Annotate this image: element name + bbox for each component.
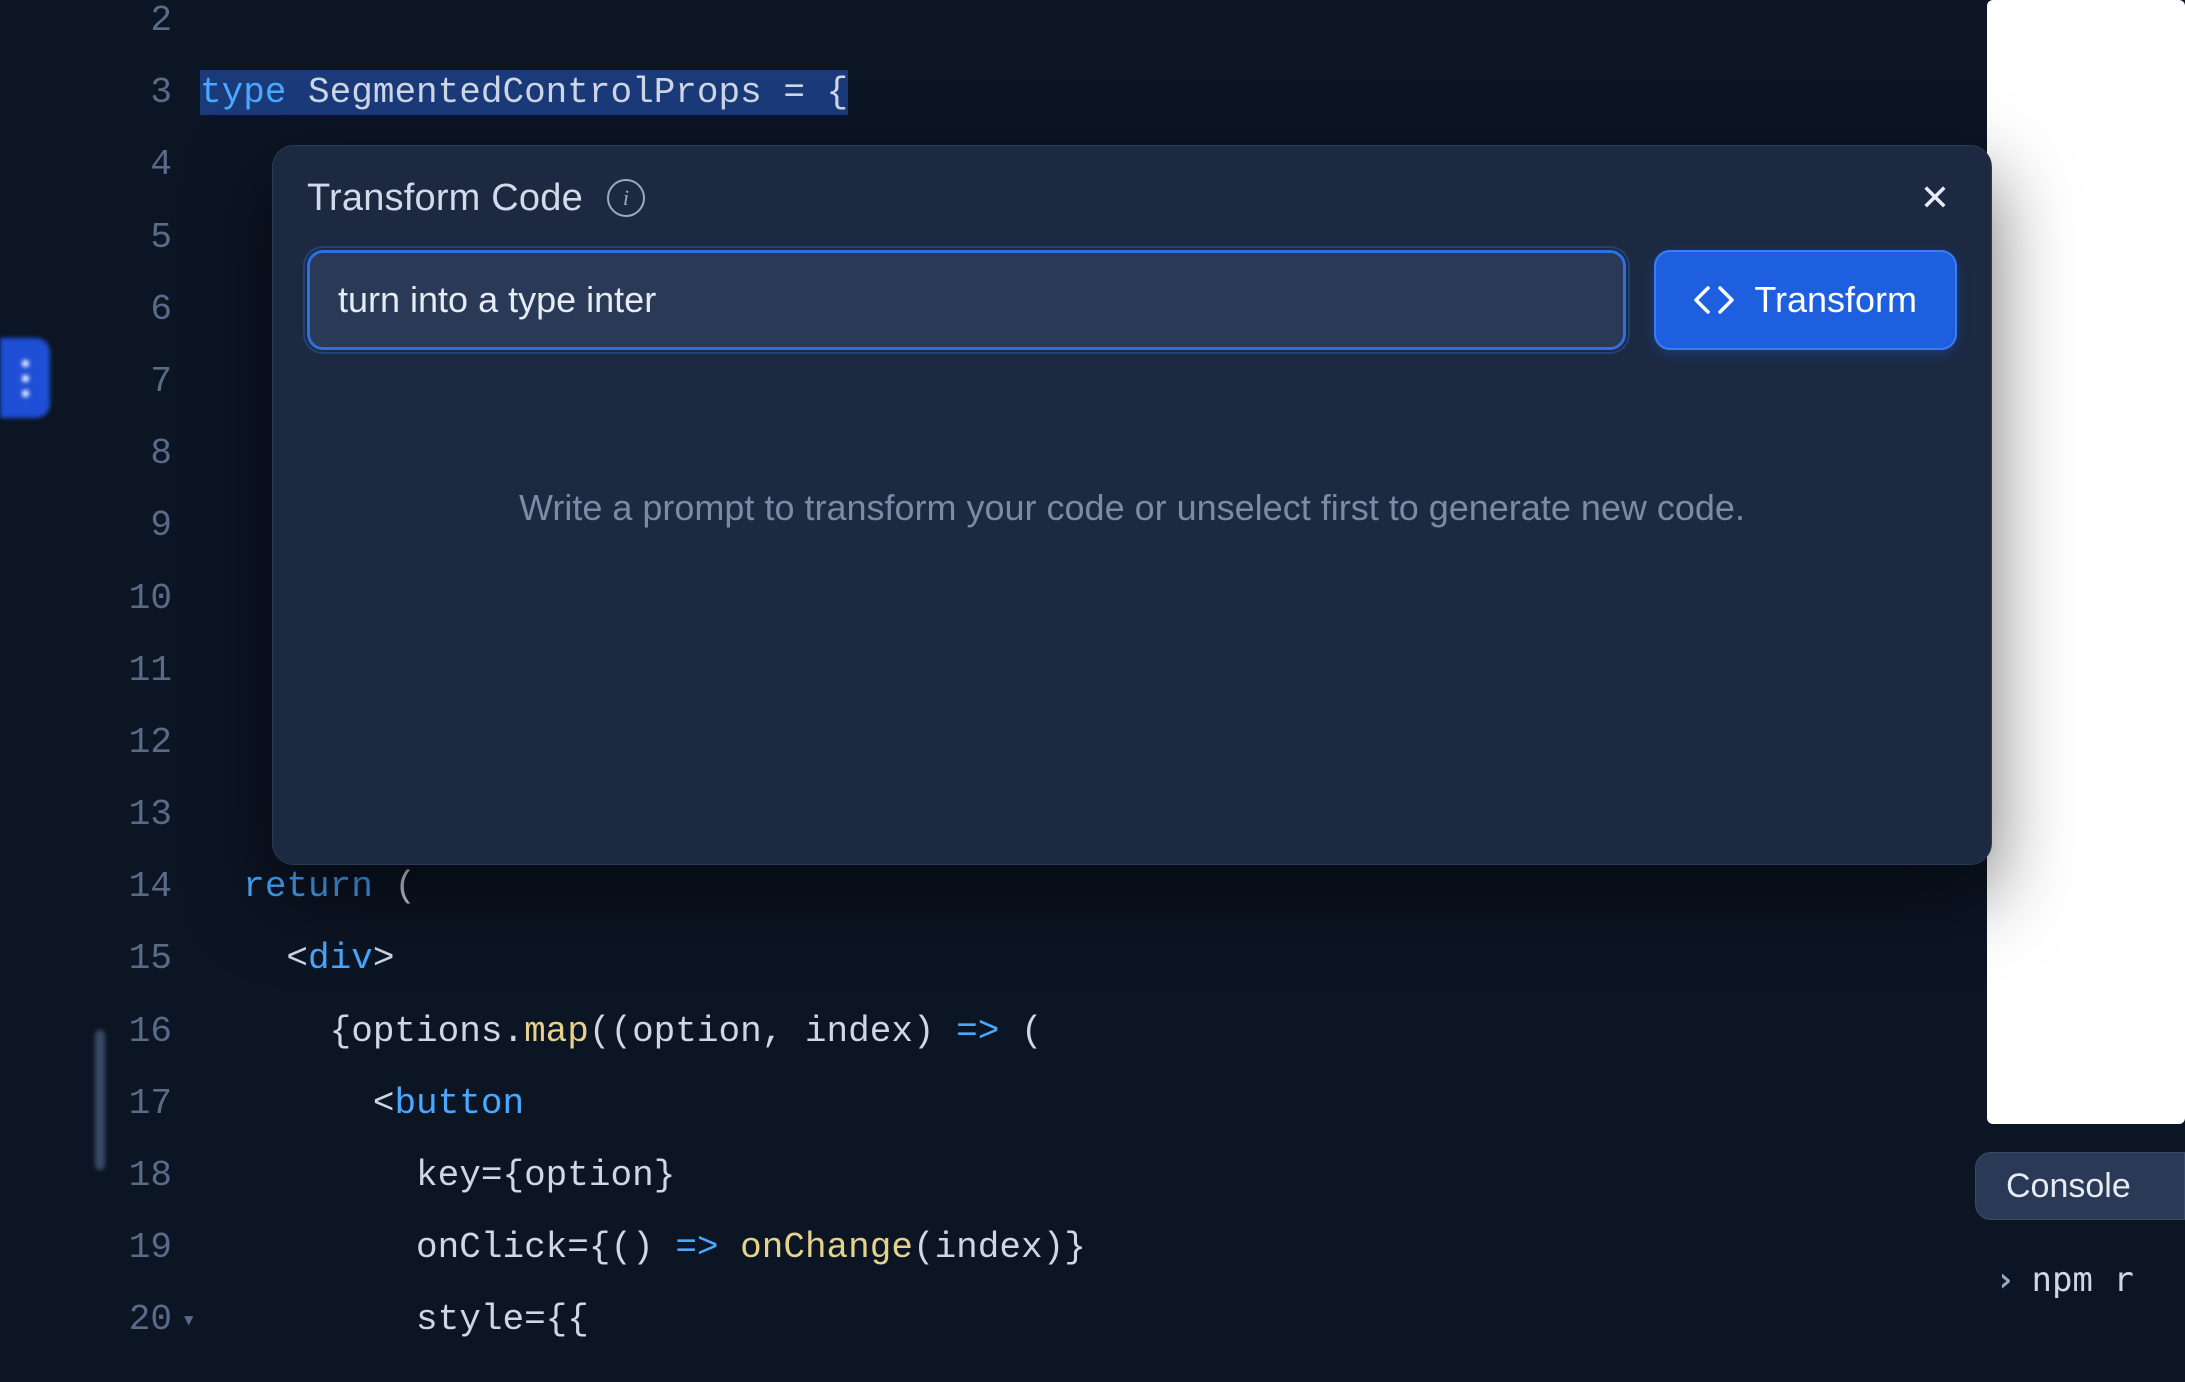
line-number: 2	[105, 0, 200, 41]
code-line[interactable]: 15 <div>	[105, 938, 1930, 1010]
ellipsis-vertical-icon	[22, 360, 29, 397]
code-content[interactable]: <button	[200, 1083, 1930, 1124]
code-line[interactable]: 20▾ style={{	[105, 1299, 1930, 1371]
line-number: 14	[105, 866, 200, 907]
close-icon[interactable]: ✕	[1913, 176, 1957, 220]
line-number: 9	[105, 505, 200, 546]
console-tab-label: Console	[2006, 1167, 2131, 1206]
popup-input-row: Transform	[307, 250, 1957, 350]
code-content[interactable]: <div>	[200, 938, 1930, 979]
line-number: 19	[105, 1227, 200, 1268]
popup-header: Transform Code i ✕	[307, 176, 1957, 220]
line-number: 16	[105, 1011, 200, 1052]
code-content[interactable]: {options.map((option, index) => (	[200, 1011, 1930, 1052]
code-line[interactable]: 14 return (	[105, 866, 1930, 938]
code-content[interactable]: key={option}	[200, 1155, 1930, 1196]
popup-title: Transform Code	[307, 177, 583, 220]
line-number: 4	[105, 144, 200, 185]
line-number: 6	[105, 289, 200, 330]
line-number: 15	[105, 938, 200, 979]
line-number: 13	[105, 794, 200, 835]
transform-code-popup: Transform Code i ✕ Transform Write a pro…	[272, 145, 1992, 865]
info-icon[interactable]: i	[607, 179, 645, 217]
preview-pane[interactable]	[1987, 0, 2185, 1124]
code-line[interactable]: 16 {options.map((option, index) => (	[105, 1011, 1930, 1083]
line-number: 5	[105, 217, 200, 258]
code-line[interactable]: 19 onClick={() => onChange(index)}	[105, 1227, 1930, 1299]
tab-console[interactable]: Console	[1975, 1152, 2185, 1220]
prompt-input-wrap	[307, 250, 1626, 350]
transform-button-label: Transform	[1754, 279, 1917, 321]
line-number: 3	[105, 72, 200, 113]
terminal-command: npm r	[2031, 1260, 2133, 1300]
line-number: 17	[105, 1083, 200, 1124]
fold-chevron-icon[interactable]: ▾	[182, 1305, 196, 1335]
line-number: 18	[105, 1155, 200, 1196]
code-line[interactable]: 17 <button	[105, 1083, 1930, 1155]
transform-button[interactable]: Transform	[1654, 250, 1957, 350]
line-number: 8	[105, 433, 200, 474]
line-number: 10	[105, 578, 200, 619]
prompt-input[interactable]	[307, 250, 1626, 350]
code-content[interactable]: return (	[200, 866, 1930, 907]
line-number: 7	[105, 361, 200, 402]
code-brackets-icon	[1694, 286, 1734, 314]
code-line[interactable]: 2	[105, 0, 1930, 72]
editor-left-edge	[0, 0, 105, 1382]
prompt-chevron-icon: ›	[1995, 1260, 2015, 1300]
line-number: 11	[105, 650, 200, 691]
line-number: 20▾	[105, 1299, 200, 1340]
code-content[interactable]: type SegmentedControlProps = {	[200, 72, 1930, 113]
code-content[interactable]: onClick={() => onChange(index)}	[200, 1227, 1930, 1268]
code-line[interactable]: 18 key={option}	[105, 1155, 1930, 1227]
popup-hint-text: Write a prompt to transform your code or…	[307, 480, 1957, 536]
line-number: 12	[105, 722, 200, 763]
code-line[interactable]: 3type SegmentedControlProps = {	[105, 72, 1930, 144]
code-content[interactable]: style={{	[200, 1299, 1930, 1340]
terminal-line[interactable]: › npm r	[1975, 1260, 2185, 1300]
overview-scrollbar[interactable]	[95, 1030, 105, 1170]
more-actions-button[interactable]	[0, 338, 50, 418]
